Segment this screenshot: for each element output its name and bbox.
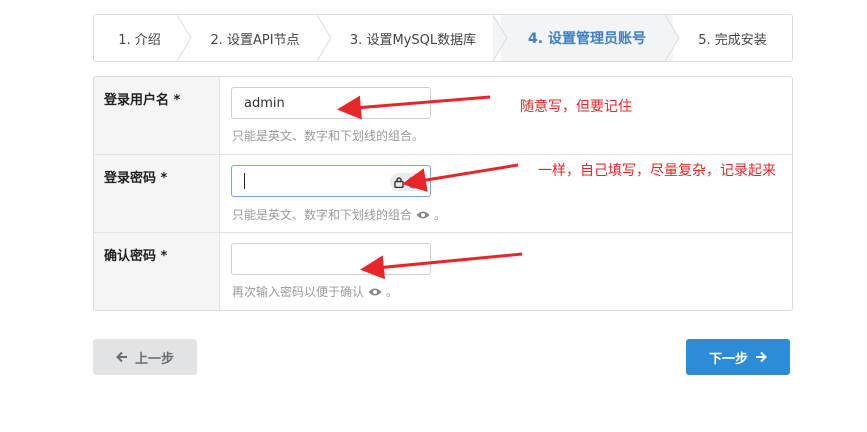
prev-step-label: 上一步 xyxy=(134,351,174,367)
step-chevron-icon xyxy=(665,15,680,61)
next-step-label: 下一步 xyxy=(708,351,748,367)
step-chevron-icon xyxy=(317,15,332,61)
annotation-password-note: 一样，自己填写，尽量复杂，记录起来 xyxy=(538,163,776,179)
next-step-button[interactable]: 下一步 xyxy=(686,339,790,375)
annotation-arrow-confirm xyxy=(360,252,523,280)
annotation-username-note: 随意写，但要记住 xyxy=(520,99,632,115)
prev-step-button[interactable]: 上一步 xyxy=(93,339,197,375)
step-chevron-icon xyxy=(493,15,508,61)
arrow-left-icon xyxy=(116,351,127,363)
arrow-right-icon xyxy=(756,351,767,363)
annotation-arrow-username xyxy=(337,95,491,120)
annotation-arrow-password xyxy=(402,163,519,192)
step-chevron-icon xyxy=(177,15,192,61)
